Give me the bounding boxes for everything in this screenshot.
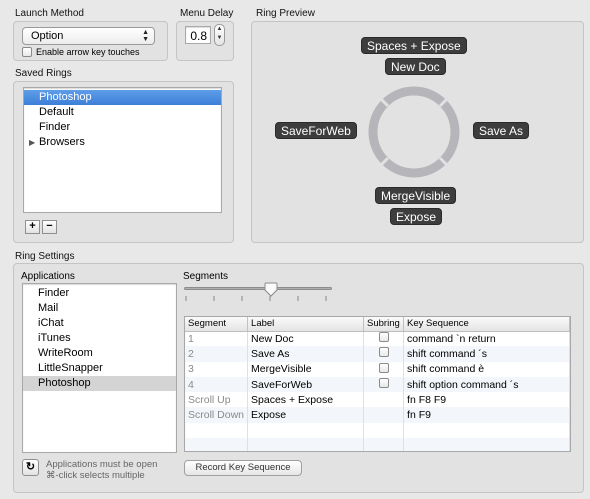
key-sequence-cell[interactable]: shift command ´s	[403, 346, 570, 362]
segment-cell: 1	[185, 331, 249, 347]
table-row[interactable]: Scroll Up Spaces + Expose fn F8 F9	[185, 392, 570, 408]
segments-table[interactable]: Segment Label Subring Key Sequence 1 New…	[184, 316, 571, 452]
subring-cell[interactable]	[363, 361, 405, 377]
list-item-label: iChat	[38, 317, 64, 329]
launch-method-popup[interactable]: Option ▲ ▼	[22, 27, 155, 45]
disclosure-triangle-icon[interactable]: ▶	[29, 135, 35, 150]
key-sequence-cell[interactable]: fn F8 F9	[403, 392, 570, 408]
segment-cell: Scroll Up	[185, 392, 249, 408]
saved-ring-default[interactable]: Default	[24, 105, 221, 120]
segment-cell: 3	[185, 361, 249, 377]
app-item-photoshop[interactable]: Photoshop	[23, 376, 176, 391]
list-item-label: Photoshop	[38, 377, 91, 389]
subring-cell	[363, 407, 405, 423]
list-item-label: Finder	[39, 121, 71, 133]
column-header-segment[interactable]: Segment	[185, 317, 249, 332]
menu-delay-field[interactable]: 0.8	[185, 26, 211, 44]
remove-ring-button[interactable]: −	[42, 220, 57, 234]
list-item-label: Finder	[38, 287, 70, 299]
subring-cell[interactable]	[363, 331, 405, 347]
launch-method-value: Option	[31, 30, 64, 42]
preview-label-bottom: MergeVisible	[375, 187, 457, 204]
saved-ring-browsers[interactable]: ▶ Browsers	[24, 135, 221, 150]
table-row[interactable]: 4 SaveForWeb shift option command ´s	[185, 376, 570, 393]
preview-label-scroll-up: Spaces + Expose	[361, 37, 467, 54]
applications-note: Applications must be open ⌘-click select…	[46, 459, 157, 481]
app-item-littlesnapper[interactable]: LittleSnapper	[23, 361, 176, 376]
applications-note-line1: Applications must be open	[46, 459, 158, 470]
list-item-label: iTunes	[38, 332, 71, 344]
segments-label: Segments	[183, 271, 229, 282]
key-sequence-cell[interactable]: fn F9	[403, 407, 570, 423]
table-row[interactable]: 3 MergeVisible shift command è	[185, 361, 570, 377]
table-row[interactable]: 2 Save As shift command ´s	[185, 346, 570, 362]
subring-cell[interactable]	[363, 376, 405, 393]
key-sequence-cell[interactable]: command `n return	[403, 331, 570, 347]
segment-cell: Scroll Down	[185, 407, 249, 423]
list-item-label: Default	[39, 106, 74, 118]
label-cell[interactable]: SaveForWeb	[247, 376, 365, 393]
app-item-ichat[interactable]: iChat	[23, 316, 176, 331]
applications-note-line2: ⌘-click selects multiple	[46, 470, 145, 481]
app-item-mail[interactable]: Mail	[23, 301, 176, 316]
menu-delay-stepper[interactable]: ▲ ▼	[214, 24, 225, 46]
column-header-key-sequence[interactable]: Key Sequence	[403, 317, 570, 332]
preview-label-top: New Doc	[385, 58, 446, 75]
subring-checkbox[interactable]	[378, 362, 389, 373]
enable-arrow-keys-label: Enable arrow key touches	[36, 47, 140, 57]
subring-cell	[363, 392, 405, 408]
app-item-writeroom[interactable]: WriteRoom	[23, 346, 176, 361]
label-cell[interactable]: New Doc	[247, 331, 365, 347]
launch-method-label: Launch Method	[15, 8, 84, 19]
applications-list[interactable]: Finder Mail iChat iTunes WriteRoom Littl…	[22, 283, 177, 453]
subring-checkbox[interactable]	[378, 378, 389, 389]
popup-arrows-icon: ▲ ▼	[142, 29, 149, 43]
saved-rings-list[interactable]: Photoshop Default Finder ▶ Browsers	[23, 87, 222, 213]
preview-label-left: SaveForWeb	[275, 122, 357, 139]
label-cell[interactable]: Spaces + Expose	[247, 392, 365, 408]
saved-rings-label: Saved Rings	[15, 68, 72, 79]
column-header-subring[interactable]: Subring	[363, 317, 405, 332]
app-item-itunes[interactable]: iTunes	[23, 331, 176, 346]
saved-ring-photoshop[interactable]: Photoshop	[24, 90, 221, 105]
column-header-label[interactable]: Label	[247, 317, 365, 332]
table-row-empty	[185, 438, 570, 451]
preview-label-scroll-down: Expose	[390, 208, 443, 225]
segments-slider-track[interactable]	[184, 287, 332, 290]
app-item-finder[interactable]: Finder	[23, 286, 176, 301]
key-sequence-cell[interactable]: shift option command ´s	[403, 376, 570, 393]
ring-preview-ring	[368, 86, 460, 178]
segment-cell: 2	[185, 346, 249, 362]
subring-checkbox[interactable]	[378, 332, 389, 343]
add-ring-button[interactable]: +	[25, 220, 40, 234]
list-item-label: Photoshop	[39, 91, 92, 103]
menu-delay-label: Menu Delay	[180, 8, 234, 19]
checkbox-icon[interactable]	[22, 47, 32, 57]
ring-settings-label: Ring Settings	[15, 251, 75, 262]
stepper-down-icon[interactable]: ▼	[215, 34, 224, 43]
enable-arrow-keys-checkbox[interactable]: Enable arrow key touches	[22, 47, 140, 57]
list-item-label: Mail	[38, 302, 59, 314]
label-cell[interactable]: Save As	[247, 346, 365, 362]
key-sequence-cell[interactable]: shift command è	[403, 361, 570, 377]
list-item-label: Browsers	[39, 136, 85, 148]
label-cell[interactable]: Expose	[247, 407, 365, 423]
list-item-label: LittleSnapper	[38, 362, 103, 374]
table-row-empty	[185, 422, 570, 439]
refresh-icon[interactable]: ↻	[22, 459, 39, 476]
subring-cell[interactable]	[363, 346, 405, 362]
label-cell[interactable]: MergeVisible	[247, 361, 365, 377]
record-key-sequence-button[interactable]: Record Key Sequence	[184, 460, 302, 476]
preview-label-right: Save As	[473, 122, 530, 139]
stepper-up-icon[interactable]: ▲	[215, 25, 224, 34]
list-item-label: WriteRoom	[38, 347, 93, 359]
segments-slider-ticks	[185, 296, 327, 301]
applications-header: Applications	[21, 271, 75, 282]
table-row[interactable]: Scroll Down Expose fn F9	[185, 407, 570, 423]
table-row[interactable]: 1 New Doc command `n return	[185, 331, 570, 347]
saved-ring-finder[interactable]: Finder	[24, 120, 221, 135]
ring-preview-label: Ring Preview	[256, 8, 315, 19]
segment-cell: 4	[185, 376, 249, 393]
subring-checkbox[interactable]	[378, 347, 389, 358]
